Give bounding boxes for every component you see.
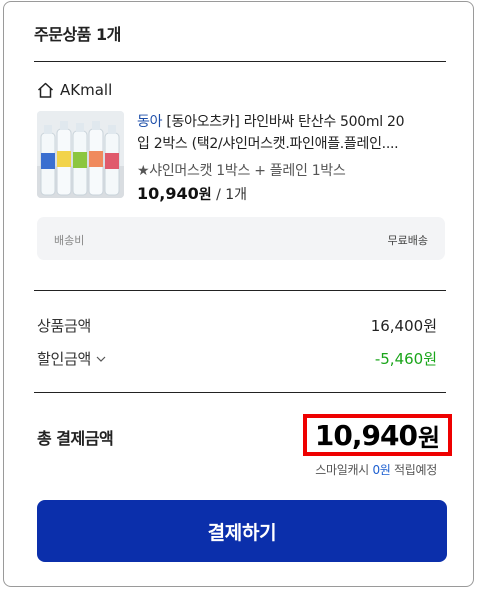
store-name: AKmall <box>60 81 113 99</box>
discount-toggle[interactable]: 할인금액 <box>37 348 106 369</box>
total-payment-unit: 원 <box>417 423 441 452</box>
product-quantity: / 1개 <box>211 187 248 203</box>
smile-cash-prefix: 스마일캐시 <box>315 463 373 477</box>
shipping-fee-box: 배송비 무료배송 <box>37 217 445 260</box>
total-payment-label: 총 결제금액 <box>37 429 114 448</box>
product-amount-label: 상품금액 <box>37 317 92 335</box>
shipping-fee-label: 배송비 <box>54 234 85 247</box>
home-icon <box>37 82 54 98</box>
product-title-line1: [동아오츠카] 라인바싸 탄산수 500ml 20 <box>162 114 405 130</box>
pay-button[interactable]: 결제하기 <box>37 500 447 562</box>
discount-value: -5,460원 <box>374 350 437 368</box>
store-header[interactable]: AKmall <box>37 80 112 100</box>
product-title[interactable]: 동아 [동아오츠카] 라인바싸 탄산수 500ml 20 입 2박스 (택2/샤… <box>137 111 442 155</box>
smile-cash-note: 스마일캐시 0원 적립예정 <box>315 461 437 478</box>
total-payment-amount: 10,940 <box>314 418 418 452</box>
chevron-down-icon <box>96 356 106 362</box>
product-brand[interactable]: 동아 <box>137 114 162 130</box>
product-price: 10,940원 / 1개 <box>137 184 247 204</box>
product-price-amount: 10,940 <box>137 184 199 203</box>
order-summary-card: 주문상품 1개 AKmall 동아 [동아오츠카] 라인바싸 탄산수 500ml… <box>3 1 474 587</box>
product-image <box>37 111 124 198</box>
divider <box>34 290 446 291</box>
smile-cash-suffix: 적립예정 <box>390 463 437 477</box>
smile-cash-points: 0원 <box>372 463 391 477</box>
divider <box>34 61 446 62</box>
discount-label: 할인금액 <box>37 350 92 368</box>
product-title-line2: 입 2박스 (택2/샤인머스캣.파인애플.플레인.... <box>137 136 399 152</box>
divider <box>34 392 446 393</box>
shipping-fee-value: 무료배송 <box>387 234 428 247</box>
product-option: ★샤인머스캣 1박스 + 플레인 1박스 <box>137 163 346 179</box>
total-payment-highlight: 10,940 원 <box>303 414 452 456</box>
product-thumbnail[interactable] <box>37 111 124 198</box>
order-items-title: 주문상품 1개 <box>34 25 121 44</box>
product-price-unit: 원 <box>198 187 212 203</box>
product-amount-value: 16,400원 <box>370 317 437 335</box>
